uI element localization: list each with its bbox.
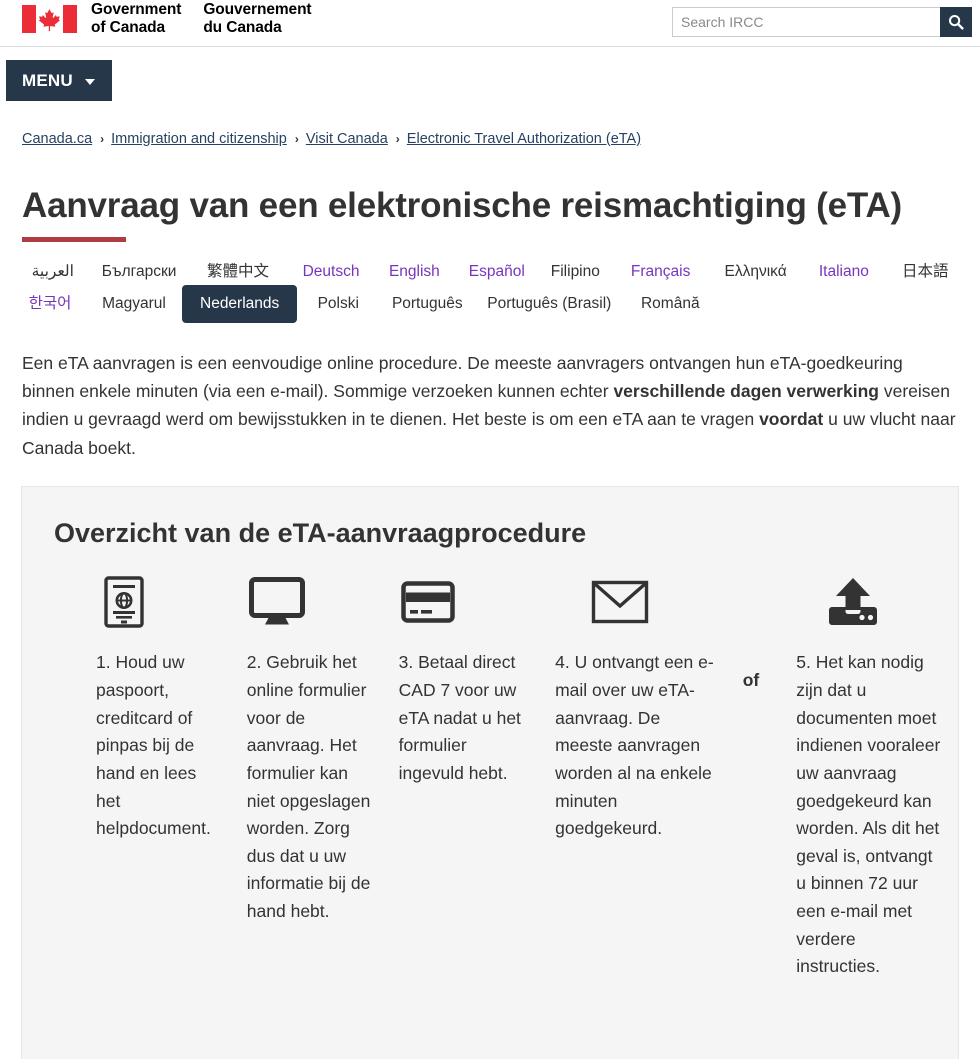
envelope-icon (555, 571, 649, 633)
language-link-item[interactable]: 한국어 (14, 290, 86, 318)
search-input[interactable] (672, 7, 940, 37)
language-link-item[interactable]: 日本語 (885, 258, 966, 286)
intro-bold-processing-days: verschillende dagen verwerking (613, 380, 879, 401)
overview-step-1-text: 1. Houd uw paspoort, creditcard of pinpa… (96, 652, 211, 839)
menu-button-label: MENU (22, 70, 73, 90)
breadcrumb-item-immigration-and-citizenship[interactable]: Immigration and citizenship (111, 129, 287, 149)
global-header: Government of Canada Gouvernement du Can… (0, 0, 980, 47)
canada-flag-icon (22, 4, 77, 33)
overview-step-4: 4. U ontvangt een e-mail over uw eTA-aan… (531, 571, 722, 842)
overview-step-5: 5. Het kan nodig zijn dat u documenten m… (780, 571, 942, 981)
breadcrumb-separator: › (294, 132, 299, 146)
passport-icon (96, 571, 144, 633)
brand-english-line1: Government (91, 1, 182, 18)
desktop-monitor-icon (247, 571, 305, 633)
language-row-1: العربية Български 繁體中文 Deutsch English Españo… (14, 258, 966, 286)
language-link-rom-n[interactable]: Română (623, 290, 717, 318)
language-link-item[interactable]: العربية (14, 258, 92, 286)
breadcrumb-separator: › (100, 132, 105, 146)
language-selector: العربية Български 繁體中文 Deutsch English Españo… (14, 258, 966, 323)
site-search (672, 7, 972, 37)
overview-step-3-text: 3. Betaal direct CAD 7 voor uw eTA nadat… (398, 652, 521, 783)
search-icon (948, 14, 964, 30)
title-accent-rule (22, 236, 126, 242)
language-link-item[interactable]: Ελληνικά (708, 258, 803, 286)
language-link-espa-ol[interactable]: Español (456, 258, 537, 286)
chevron-down-icon (84, 79, 95, 85)
overview-steps: 1. Houd uw paspoort, creditcard of pinpa… (38, 571, 942, 981)
language-link-deutsch[interactable]: Deutsch (289, 258, 372, 286)
language-link-polski[interactable]: Polski (297, 290, 379, 318)
language-link-portugu-s[interactable]: Português (379, 290, 475, 318)
breadcrumb-separator: › (395, 132, 400, 146)
overview-step-2-text: 2. Gebruik het online formulier voor de … (246, 652, 371, 922)
language-link-item[interactable]: 繁體中文 (187, 258, 290, 286)
steps-or-connector: of (742, 670, 760, 691)
search-button[interactable] (940, 7, 972, 37)
language-link-english[interactable]: English (373, 258, 456, 286)
breadcrumb-item-visit-canada[interactable]: Visit Canada (306, 129, 388, 149)
overview-step-5-text: 5. Het kan nodig zijn dat u documenten m… (796, 652, 941, 977)
menu-button[interactable]: MENU (6, 60, 112, 101)
language-row-2: 한국어 Magyarul Nederlands Polski Português Port… (14, 285, 966, 323)
page-title: Aanvraag van een elektronische reismacht… (22, 186, 902, 226)
language-link-portugu-s-brasil[interactable]: Português (Brasil) (475, 290, 623, 318)
breadcrumb-item-electronic-travel-authorization[interactable]: Electronic Travel Authorization (eTA) (407, 129, 641, 149)
language-link-filipino[interactable]: Filipino (538, 258, 614, 286)
breadcrumb: Canada.ca › Immigration and citizenship … (22, 129, 980, 149)
language-link-item[interactable]: Български (92, 258, 187, 286)
overview-panel-title: Overzicht van de eTA-aanvraagprocedure (54, 517, 587, 548)
language-link-fran-ais[interactable]: Français (613, 258, 708, 286)
intro-paragraph: Een eTA aanvragen is een eenvoudige onli… (22, 349, 958, 462)
brand-english-line2: of Canada (91, 19, 166, 37)
credit-card-icon (399, 571, 455, 633)
overview-step-2: 2. Gebruik het online formulier voor de … (211, 571, 373, 925)
brand-french-line1: Gouvernement (203, 1, 312, 18)
language-link-magyarul[interactable]: Magyarul (86, 290, 182, 318)
government-of-canada-brand[interactable]: Government of Canada Gouvernement du Can… (22, 0, 312, 38)
brand-english: Government of Canada (91, 1, 181, 38)
language-link-nederlands[interactable]: Nederlands (182, 285, 298, 323)
upload-icon (796, 571, 880, 633)
breadcrumb-item-canada-ca[interactable]: Canada.ca (22, 129, 92, 149)
overview-step-1: 1. Houd uw paspoort, creditcard of pinpa… (42, 571, 211, 842)
overview-step-4-text: 4. U ontvangt een e-mail over uw eTA-aan… (555, 652, 714, 839)
brand-wordmark: Government of Canada Gouvernement du Can… (91, 0, 312, 38)
overview-step-3: 3. Betaal direct CAD 7 voor uw eTA nadat… (373, 571, 531, 787)
menu-bar: MENU (0, 47, 980, 101)
language-link-italiano[interactable]: Italiano (803, 258, 884, 286)
brand-french: Gouvernement du Canada (203, 1, 311, 38)
overview-panel: Overzicht van de eTA-aanvraagprocedure 1… (21, 485, 959, 1059)
intro-bold-before: voordat (759, 409, 824, 430)
brand-french-line2: du Canada (203, 19, 282, 37)
